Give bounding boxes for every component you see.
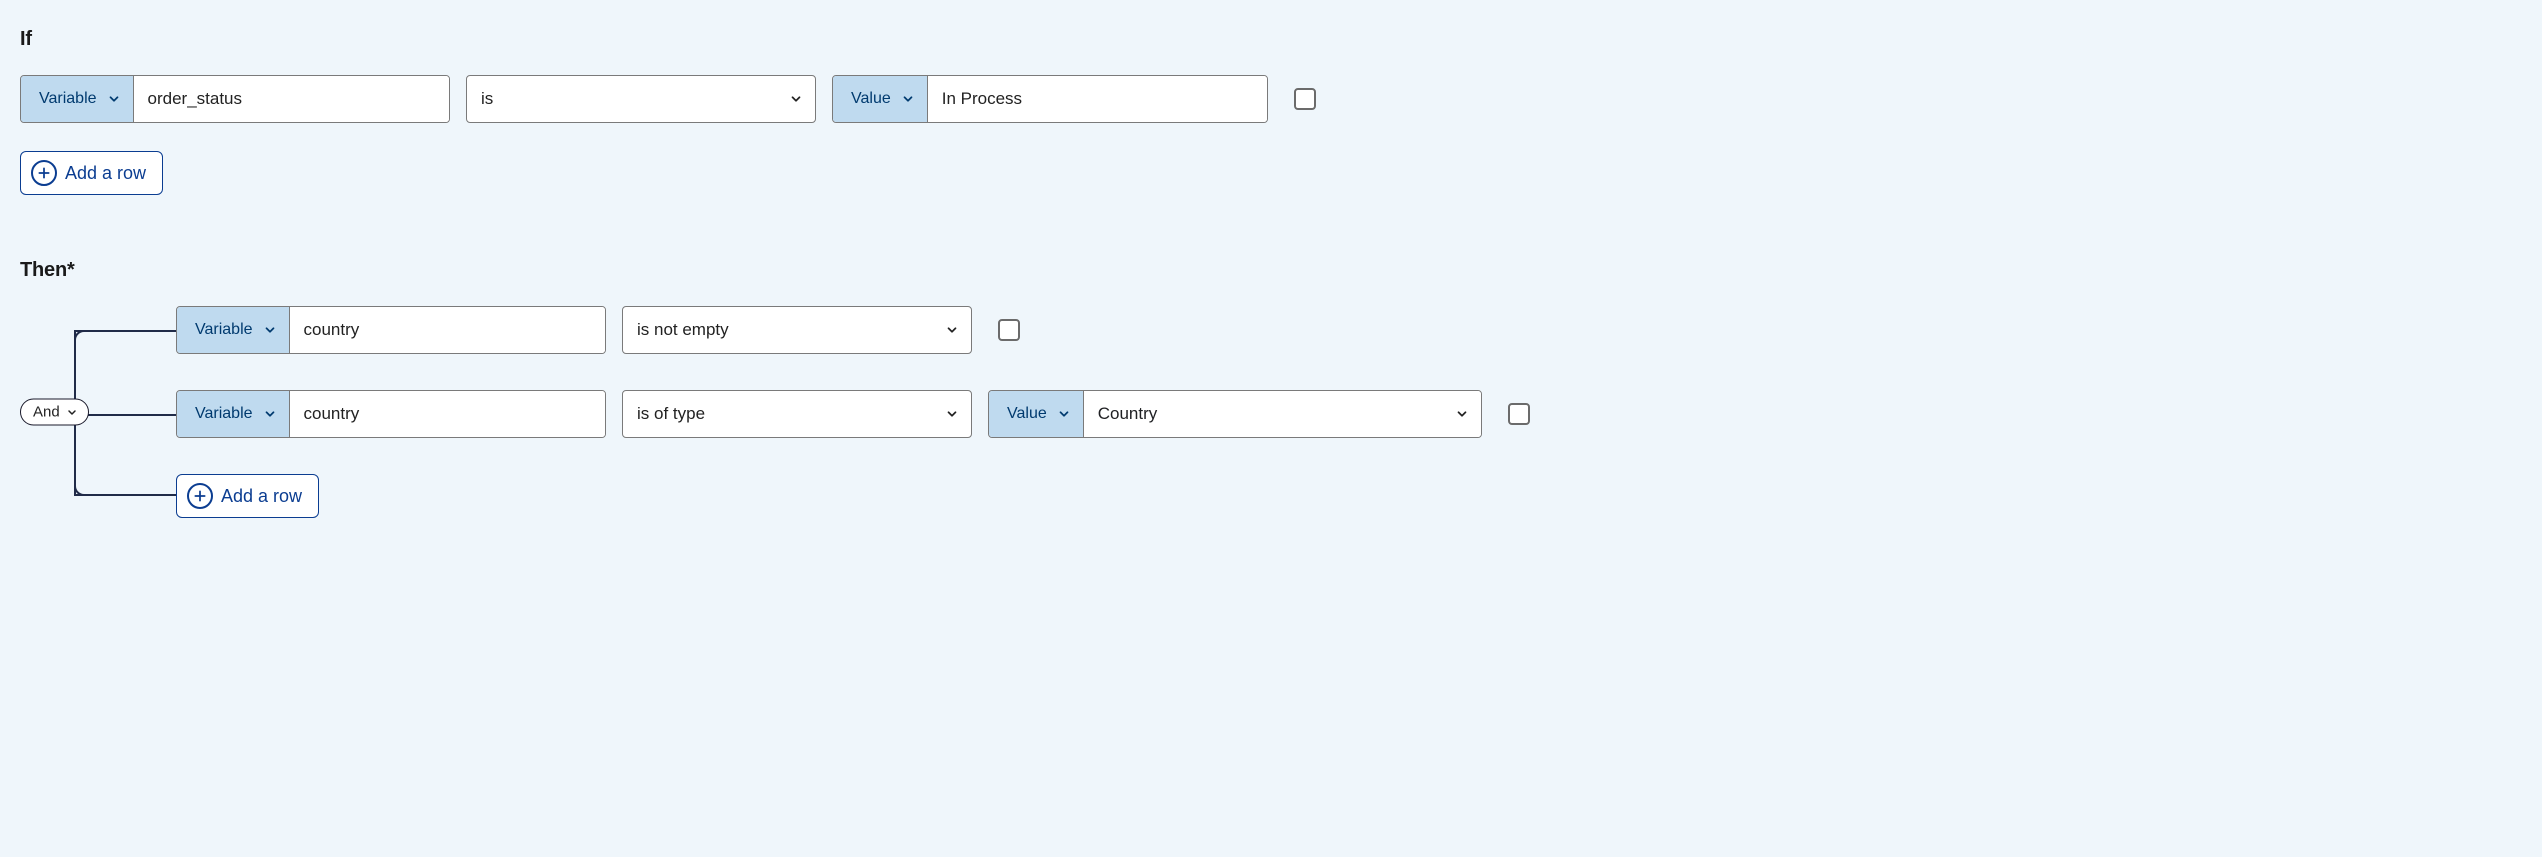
if-row-checkbox[interactable] xyxy=(1294,88,1316,110)
if-add-row-button[interactable]: Add a row xyxy=(20,151,163,195)
if-value-input[interactable] xyxy=(928,76,1267,122)
then1-operator-select[interactable]: is not empty xyxy=(622,306,972,354)
then-logic-select[interactable]: And xyxy=(20,399,89,426)
then-block: And Variable is not empty xyxy=(20,306,2522,518)
then2-row-checkbox[interactable] xyxy=(1508,403,1530,425)
then1-row-checkbox[interactable] xyxy=(998,319,1020,341)
then2-operator-value: is of type xyxy=(637,404,705,424)
chevron-down-icon xyxy=(1057,407,1071,421)
if-add-row-label: Add a row xyxy=(65,163,146,184)
then1-variable-group: Variable xyxy=(176,306,606,354)
chevron-down-icon xyxy=(945,407,959,421)
then2-value-selected: Country xyxy=(1098,404,1158,424)
then2-value-type-label: Value xyxy=(1007,405,1047,423)
chevron-down-icon xyxy=(901,92,915,106)
if-condition-row: Variable is Value xyxy=(20,75,2522,123)
then-condition-row-1: Variable is not empty xyxy=(176,306,2522,354)
then2-value-type-select[interactable]: Value xyxy=(989,391,1084,437)
chevron-down-icon xyxy=(945,323,959,337)
if-heading: If xyxy=(20,28,2522,51)
then2-value-group: Value Country xyxy=(988,390,1482,438)
if-variable-type-label: Variable xyxy=(39,90,97,108)
then-section: Then* And Variable xyxy=(20,259,2522,518)
if-operator-value: is xyxy=(481,89,493,109)
then2-variable-type-select[interactable]: Variable xyxy=(177,391,290,437)
if-variable-group: Variable xyxy=(20,75,450,123)
chevron-down-icon xyxy=(263,407,277,421)
if-value-type-label: Value xyxy=(851,90,891,108)
then2-operator-select[interactable]: is of type xyxy=(622,390,972,438)
plus-circle-icon xyxy=(31,160,57,186)
then2-value-select[interactable]: Country xyxy=(1084,391,1481,437)
then2-variable-type-label: Variable xyxy=(195,405,253,423)
connector-to-row-1 xyxy=(74,330,176,332)
if-operator-select[interactable]: is xyxy=(466,75,816,123)
if-value-group: Value xyxy=(832,75,1268,123)
then1-operator-value: is not empty xyxy=(637,320,729,340)
then1-variable-type-label: Variable xyxy=(195,321,253,339)
then1-variable-type-select[interactable]: Variable xyxy=(177,307,290,353)
if-variable-input[interactable] xyxy=(134,76,449,122)
if-variable-type-select[interactable]: Variable xyxy=(21,76,134,122)
then1-variable-input[interactable] xyxy=(290,307,605,353)
then-logic-value: And xyxy=(33,404,60,421)
chevron-down-icon xyxy=(1455,407,1469,421)
then2-variable-input[interactable] xyxy=(290,391,605,437)
if-value-type-select[interactable]: Value xyxy=(833,76,928,122)
then-heading: Then* xyxy=(20,259,2522,282)
chevron-down-icon xyxy=(263,323,277,337)
chevron-down-icon xyxy=(107,92,121,106)
if-section: If Variable is Value xyxy=(20,28,2522,195)
chevron-down-icon xyxy=(66,406,78,418)
connector-to-row-2 xyxy=(74,414,176,416)
then-add-row-button[interactable]: Add a row xyxy=(176,474,319,518)
connector-to-add-row xyxy=(74,494,176,496)
then-condition-row-2: Variable is of type Value xyxy=(176,390,2522,438)
then-add-row-label: Add a row xyxy=(221,486,302,507)
plus-circle-icon xyxy=(187,483,213,509)
chevron-down-icon xyxy=(789,92,803,106)
connector-corner-top xyxy=(74,330,88,344)
then2-variable-group: Variable xyxy=(176,390,606,438)
